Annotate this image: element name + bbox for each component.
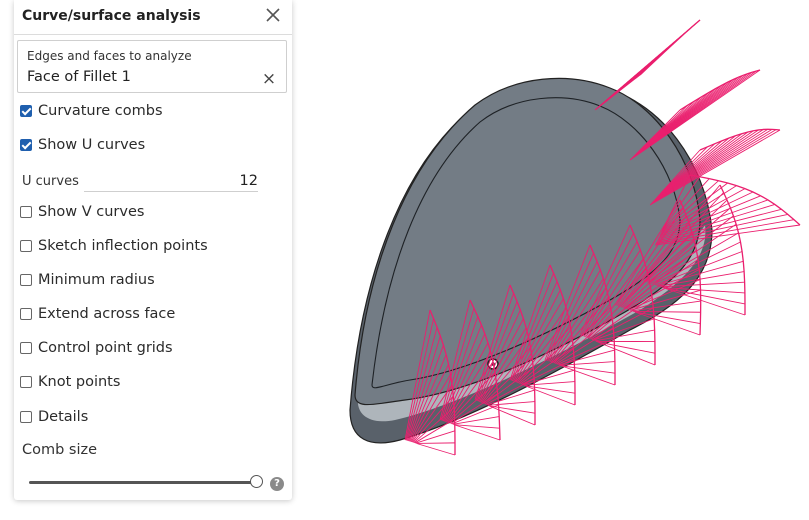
analysis-panel: Curve/surface analysis Edges and faces t… [14,0,292,500]
sketch-inflection-points-option[interactable]: Sketch inflection points [20,235,208,257]
show-v-curves-option[interactable]: Show V curves [20,201,144,223]
close-button[interactable] [262,4,284,26]
comb-tooth [489,406,535,413]
control-point-grids-label: Control point grids [38,340,173,356]
curvature-combs-option[interactable]: Curvature combs [20,100,163,122]
comb-tooth [597,342,655,353]
comb-size-slider-thumb[interactable] [250,475,263,488]
knot-points-option[interactable]: Knot points [20,371,120,393]
comb-12 [595,20,700,110]
model-view[interactable] [300,0,809,516]
comb-tooth [417,443,455,444]
control-point-grids-checkbox[interactable] [20,342,32,354]
comb-tooth [418,444,456,455]
panel-header: Curve/surface analysis [14,0,292,35]
comb-tooth [454,425,500,429]
comb-tooth [526,386,575,405]
curvature-combs-label: Curvature combs [38,103,163,119]
show-u-curves-checkbox[interactable] [20,139,32,151]
details-label: Details [38,409,88,425]
show-u-curves-option[interactable]: Show U curves [20,134,145,156]
knot-points-label: Knot points [38,374,120,390]
extend-across-face-checkbox[interactable] [20,308,32,320]
comb-tooth [561,366,615,373]
help-icon[interactable]: ? [270,477,284,491]
extend-across-face-label: Extend across face [38,306,175,322]
selection-value: Face of Fillet 1 [27,69,131,85]
graphics-viewport[interactable] [300,0,809,516]
u-curves-label: U curves [22,174,79,189]
panel-title: Curve/surface analysis [22,8,201,24]
close-icon [262,4,284,26]
selection-field[interactable]: Edges and faces to analyze Face of Fille… [17,40,287,93]
sketch-inflection-points-label: Sketch inflection points [38,238,208,254]
minimum-radius-checkbox[interactable] [20,274,32,286]
comb-size-label: Comb size [22,442,97,458]
curvature-combs-checkbox[interactable] [20,105,32,117]
comb-tooth [490,406,535,425]
show-v-curves-label: Show V curves [38,204,144,220]
pick-top-face [355,78,700,404]
comb-tooth [525,386,575,393]
minimum-radius-option[interactable]: Minimum radius [20,269,155,291]
selection-field-label: Edges and faces to analyze [27,49,192,63]
minimum-radius-label: Minimum radius [38,272,155,288]
clear-selection-icon[interactable]: × [260,70,278,88]
comb-size-slider-track[interactable] [29,481,253,484]
details-checkbox[interactable] [20,411,32,423]
show-u-curves-label: Show U curves [38,137,145,153]
knot-points-checkbox[interactable] [20,376,32,388]
u-curves-input[interactable]: 12 [84,171,258,192]
extend-across-face-option[interactable]: Extend across face [20,303,175,325]
details-option[interactable]: Details [20,406,88,428]
comb-tooth [455,425,500,440]
control-point-grids-option[interactable]: Control point grids [20,337,173,359]
sketch-inflection-points-checkbox[interactable] [20,240,32,252]
comb-envelope [640,20,700,75]
show-v-curves-checkbox[interactable] [20,206,32,218]
u-curves-row: U curves 12 [22,171,258,193]
